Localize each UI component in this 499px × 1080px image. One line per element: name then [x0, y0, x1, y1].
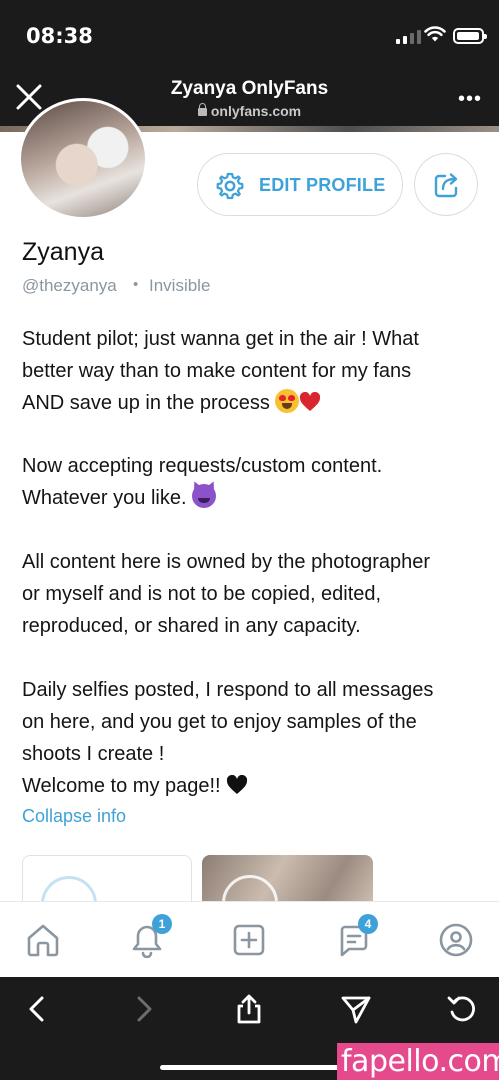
gear-icon — [216, 172, 244, 200]
watermark: fapello.com — [337, 1043, 499, 1080]
reload-icon[interactable] — [446, 993, 478, 1025]
bio-paragraph-4: Daily selfies posted, I respond to all m… — [22, 674, 482, 802]
more-options-icon[interactable]: ••• — [458, 88, 482, 111]
send-icon[interactable] — [340, 993, 372, 1025]
bio-line: Welcome to my page!! — [22, 770, 482, 802]
bio-line: or myself and is not to be copied, edite… — [22, 583, 382, 605]
bio-line: Now accepting requests/custom content. — [22, 455, 383, 477]
separator-dot: • — [133, 276, 139, 293]
share-icon — [434, 173, 458, 198]
notifications-badge: 1 — [152, 914, 172, 934]
heart-eyes-emoji-icon — [275, 389, 300, 413]
wifi-icon — [424, 26, 446, 42]
bio-line: on here, and you get to enjoy samples of… — [22, 711, 417, 733]
bio-line: Student pilot; just wanna get in the air… — [22, 328, 419, 350]
battery-icon — [453, 28, 487, 44]
red-heart-icon — [300, 392, 321, 411]
edit-profile-label: EDIT PROFILE — [259, 175, 386, 195]
bio-paragraph-2: Now accepting requests/custom content. W… — [22, 450, 482, 514]
bio-paragraph-1: Student pilot; just wanna get in the air… — [22, 323, 482, 419]
bio-line: AND save up in the process — [22, 387, 482, 419]
share-sheet-icon[interactable] — [233, 993, 265, 1025]
messages-badge: 4 — [358, 914, 378, 934]
collapse-info-link[interactable]: Collapse info — [22, 806, 126, 827]
bio-paragraph-3: All content here is owned by the photogr… — [22, 546, 482, 642]
browser-title: Zyanya OnlyFans — [170, 78, 329, 99]
profile-icon[interactable] — [438, 922, 474, 958]
bio-line: shoots I create ! — [22, 743, 165, 765]
bio-line: Daily selfies posted, I respond to all m… — [22, 679, 434, 701]
bio-line: All content here is owned by the photogr… — [22, 551, 431, 573]
home-icon[interactable] — [25, 922, 61, 958]
back-icon[interactable] — [22, 993, 54, 1025]
status-time: 08:38 — [26, 24, 93, 48]
plus-square-icon[interactable] — [231, 922, 267, 958]
profile-name: Zyanya — [22, 238, 104, 266]
share-profile-button[interactable] — [414, 153, 478, 216]
profile-handle[interactable]: @thezyanya — [22, 276, 117, 296]
black-heart-icon — [227, 775, 248, 794]
online-status: Invisible — [149, 276, 211, 295]
bio-line: Whatever you like. — [22, 482, 482, 514]
bio-line: better way than to make content for my f… — [22, 360, 412, 382]
url-text: onlyfans.com — [210, 103, 302, 119]
status-bar: 08:38 — [0, 0, 499, 72]
signal-icon — [396, 28, 421, 44]
edit-profile-button[interactable]: EDIT PROFILE — [197, 153, 403, 216]
lock-icon — [197, 103, 207, 116]
bio-line-text: Welcome to my page!! — [22, 775, 221, 797]
forward-icon[interactable] — [127, 993, 159, 1025]
home-indicator — [160, 1065, 340, 1070]
app-tab-bar: 1 4 — [0, 901, 499, 977]
devil-emoji-icon — [192, 484, 217, 508]
bio-line-text: Whatever you like. — [22, 487, 187, 509]
avatar[interactable] — [18, 98, 148, 220]
bio-line: reproduced, or shared in any capacity. — [22, 615, 361, 637]
bio-line-text: AND save up in the process — [22, 392, 270, 414]
